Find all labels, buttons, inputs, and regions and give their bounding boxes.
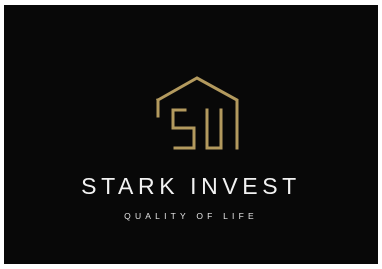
business-card: STARK INVEST QUALITY OF LIFE <box>4 5 378 264</box>
house-si-monogram-icon <box>155 76 239 150</box>
brand-name: STARK INVEST <box>81 173 301 199</box>
brand-tagline: QUALITY OF LIFE <box>124 211 258 221</box>
page: STARK INVEST QUALITY OF LIFE <box>0 0 382 269</box>
